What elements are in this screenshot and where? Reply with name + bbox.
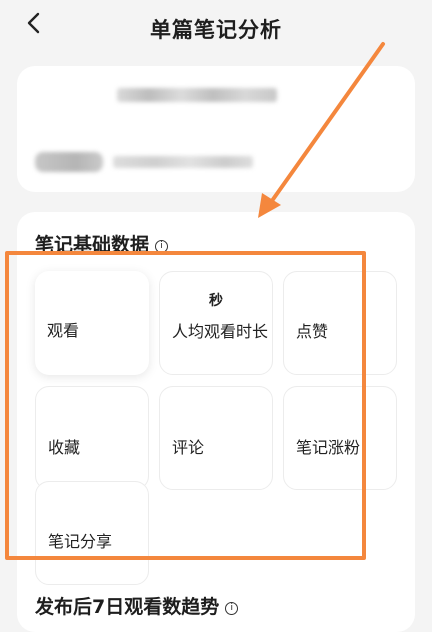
annotation-arrow-icon: [258, 42, 385, 218]
info-icon[interactable]: i: [225, 602, 239, 615]
